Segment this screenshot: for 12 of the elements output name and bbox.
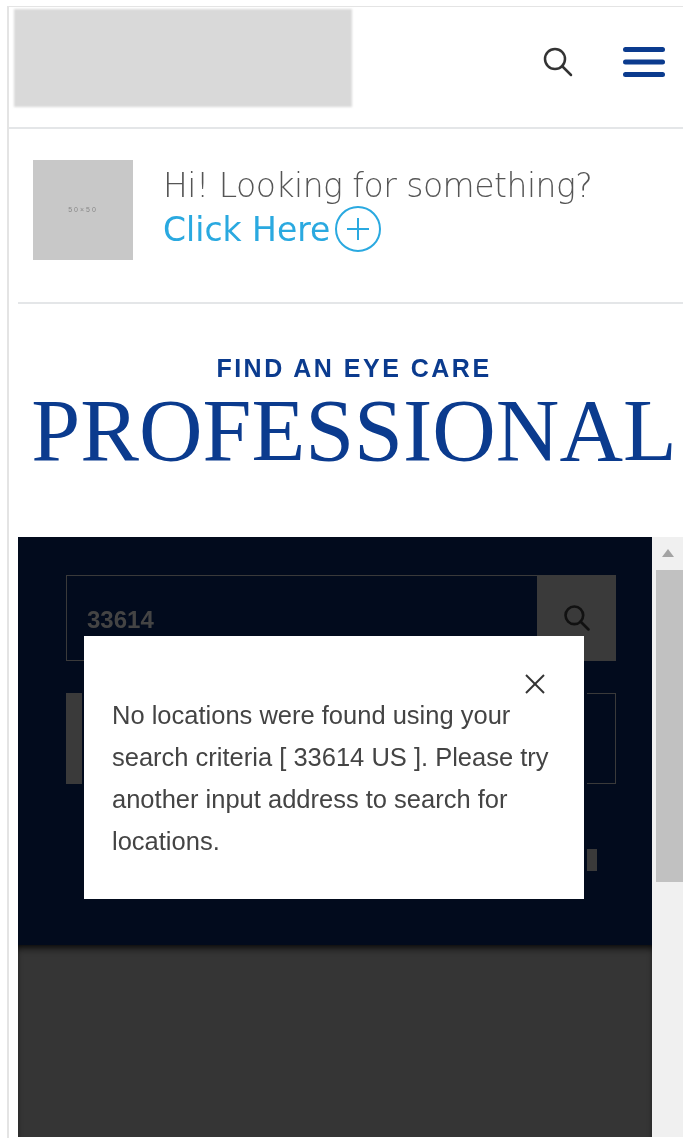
dialog-message: No locations were found using your search criteria [ 33614 US ]. Please try another input address to search for locations. (112, 700, 550, 857)
close-icon[interactable] (524, 673, 546, 695)
search-icon (562, 603, 592, 633)
menu-icon[interactable] (623, 47, 665, 77)
section-eyebrow: FIND AN EYE CARE (215, 354, 493, 383)
plus-circle-icon (334, 205, 383, 253)
search-icon[interactable] (541, 45, 575, 79)
click-here-link[interactable]: Click Here (163, 205, 593, 253)
promo-question: Hi! Looking for something? (163, 166, 593, 205)
section-title: PROFESSIONAL (30, 387, 678, 475)
scrollbar[interactable] (652, 537, 683, 1137)
scroll-up-icon (662, 549, 674, 557)
